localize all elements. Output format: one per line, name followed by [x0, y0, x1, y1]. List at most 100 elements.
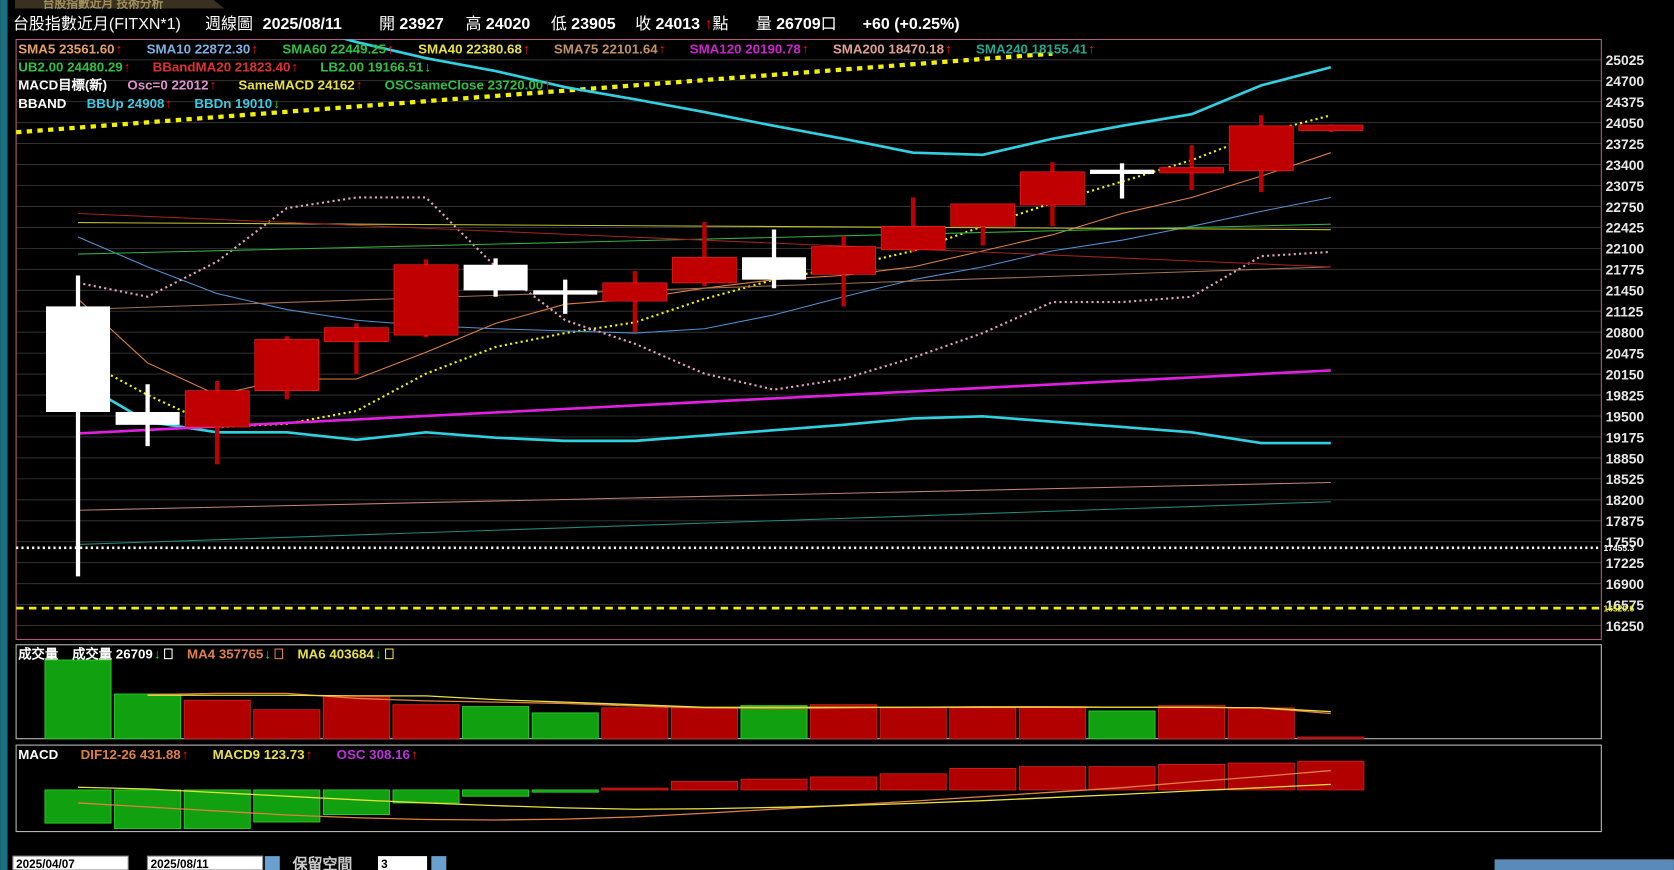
reserve-apply-button[interactable] — [431, 856, 447, 870]
candle-body — [324, 327, 389, 342]
candle-body — [1228, 125, 1294, 172]
osc-bar — [462, 789, 530, 797]
candle-body — [463, 264, 528, 291]
price-tick-label: 18525 — [1606, 471, 1645, 487]
price-tick-label: 17225 — [1606, 555, 1645, 571]
price-tick-label: 20800 — [1606, 325, 1645, 341]
volume-value: 26709 — [776, 16, 821, 33]
price-tick-label: 18200 — [1606, 492, 1645, 508]
start-date-value: 2025/04/07 — [16, 858, 75, 870]
legend-item: BBandMA20 21823.40 — [153, 60, 291, 75]
candle-body — [115, 412, 180, 425]
candle — [393, 259, 459, 338]
price-tick-label: 20475 — [1606, 345, 1645, 361]
price-tick-label: 16250 — [1606, 618, 1645, 634]
price-tick-label: 23075 — [1606, 178, 1645, 194]
volume-bar — [1158, 705, 1226, 740]
volume-bar — [392, 704, 460, 740]
volume-bar — [322, 695, 390, 740]
up-arrow-icon: ↑ — [659, 41, 666, 56]
price-tick-label: 18850 — [1606, 450, 1645, 466]
legend-item: SMA60 22449.25 — [282, 41, 386, 56]
candle-body — [811, 246, 876, 275]
up-arrow-icon: ↑ — [124, 60, 131, 75]
legend-item: SMA200 18470.18 — [833, 41, 944, 56]
price-tick-label: 20150 — [1606, 366, 1645, 382]
up-arrow-icon: ↑ — [291, 60, 298, 75]
legend-item: UB2.00 24480.29 — [18, 60, 122, 75]
price-tick-label: 19500 — [1606, 408, 1645, 424]
price-tick-label: 24050 — [1606, 115, 1645, 131]
candle-body — [672, 256, 737, 284]
change-value: +60 (+0.25%) — [863, 16, 960, 33]
volume-bar — [1018, 706, 1086, 740]
price-tick-label: 22425 — [1606, 220, 1645, 236]
date-apply-button[interactable] — [264, 856, 280, 870]
candle — [1298, 124, 1364, 132]
candle-body — [880, 225, 946, 251]
volume-bar — [253, 709, 321, 740]
legend-item: MA4 357765 — [187, 647, 264, 662]
down-arrow-icon: ↓ — [375, 647, 382, 662]
low-value: 23905 — [571, 16, 616, 33]
legend-item: MACD目標(新) — [18, 77, 107, 93]
candle-body — [184, 390, 250, 428]
candle — [254, 336, 320, 400]
up-arrow-icon: ↑ — [802, 41, 809, 56]
osc-bar — [879, 773, 947, 791]
candle-body — [1298, 124, 1364, 131]
price-tick-label: 22100 — [1606, 241, 1645, 257]
volume-bar — [44, 659, 112, 740]
legend-item: SMA120 20190.78 — [690, 41, 801, 56]
up-arrow-icon: ↑ — [411, 747, 418, 762]
left-edge-bar — [0, 0, 8, 870]
candle-body — [45, 306, 111, 413]
legend-item: SMA75 22101.64 — [554, 41, 658, 56]
candle-body — [393, 264, 459, 336]
candle-body — [741, 257, 807, 280]
price-tick-label: 21125 — [1606, 304, 1644, 320]
legend-item: SMA10 22872.30 — [147, 41, 251, 56]
up-arrow-icon: ↑ — [306, 747, 313, 762]
volume-bar — [531, 712, 599, 740]
end-date-value: 2025/08/11 — [151, 858, 210, 870]
legend-item: OSC 308.16 — [337, 747, 410, 762]
volume-bar — [670, 707, 738, 740]
osc-bar — [601, 787, 669, 791]
quote-date: 2025/08/11 — [263, 16, 342, 33]
legend-item: LB2.00 19166.51 — [320, 60, 424, 75]
up-arrow-icon: ↑ — [356, 78, 363, 93]
reserve-space-label: 保留空間 — [292, 855, 353, 870]
reference-line-label: 16520.6 — [1603, 603, 1634, 613]
up-arrow-icon: ↑ — [1088, 41, 1095, 56]
osc-bar — [322, 789, 390, 816]
stock-chart: 台股指數近月 技術分析 台股指數近月(FITXN*1) 週線圖 2025/08/… — [0, 0, 1674, 870]
up-arrow-icon: ↑ — [116, 41, 123, 56]
osc-bar — [810, 776, 878, 791]
price-tick-label: 23725 — [1606, 136, 1645, 152]
price-tick-label: 21775 — [1606, 262, 1645, 278]
down-arrow-icon: ↓ — [273, 96, 280, 111]
up-arrow-icon: ↑ — [210, 78, 217, 93]
up-arrow-icon: ↑ — [544, 78, 551, 93]
down-arrow-icon: ↓ — [424, 60, 431, 75]
reserve-space-value: 3 — [381, 858, 388, 870]
up-arrow-icon: ↑ — [387, 41, 394, 56]
legend-item: MACD — [18, 747, 58, 762]
volume-bar — [601, 707, 669, 740]
open-value: 23927 — [399, 16, 444, 33]
quote-header: 台股指數近月(FITXN*1) 週線圖 2025/08/11 開 23927 高2… — [13, 15, 960, 33]
candle-body — [1159, 167, 1224, 174]
candle-body — [254, 339, 320, 391]
price-tick-label: 25025 — [1606, 52, 1645, 68]
osc-bar — [531, 789, 599, 793]
osc-bar — [1018, 766, 1086, 791]
legend-item: SameMACD 24162 — [238, 78, 354, 93]
toolbar-right[interactable] — [1494, 859, 1674, 870]
symbol-name: 台股指數近月(FITXN*1) — [13, 15, 181, 33]
reference-line-label: 17455.3 — [1603, 543, 1634, 553]
legend-item: SMA40 22380.68 — [418, 41, 522, 56]
legend-item: MA6 403684 — [297, 647, 374, 662]
legend-item: SMA240 18155.41 — [976, 41, 1088, 56]
volume-bar — [810, 704, 878, 740]
